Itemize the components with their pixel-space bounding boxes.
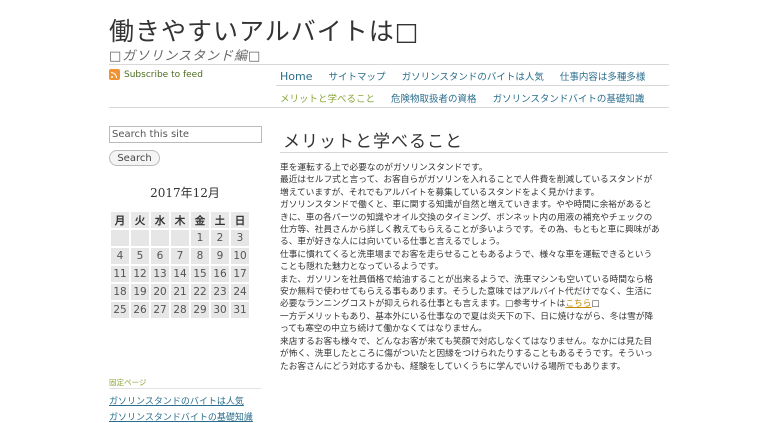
calendar-day: 4 bbox=[111, 248, 129, 264]
weekday-header: 土 bbox=[211, 212, 229, 228]
calendar-caption: 2017年12月 bbox=[150, 186, 220, 200]
post-body: 車を運転する上で必要なのがガソリンスタンドです。 最近はセルフ式と言って、お客自… bbox=[280, 162, 660, 373]
calendar-day: 9 bbox=[211, 248, 229, 264]
nav-gas-station-popular[interactable]: ガソリンスタンドのバイトは人気 bbox=[402, 72, 544, 83]
nav-home[interactable]: Home bbox=[280, 70, 312, 83]
weekday-header: 火 bbox=[131, 212, 149, 228]
fixed-pages-divider bbox=[109, 388, 261, 389]
post-paragraph: 車を運転する上で必要なのがガソリンスタンドです。 bbox=[280, 163, 488, 173]
site-description: □ガソリンスタンド編□ bbox=[109, 49, 262, 64]
fixed-page-link-popular[interactable]: ガソリンスタンドのバイトは人気 bbox=[109, 394, 244, 407]
search-input[interactable] bbox=[109, 126, 262, 143]
calendar-day: 26 bbox=[131, 302, 149, 318]
post-paragraph-text: □ bbox=[591, 299, 600, 310]
post-title-divider bbox=[280, 152, 668, 153]
header-divider bbox=[109, 64, 669, 65]
calendar-day: 23 bbox=[211, 284, 229, 300]
nav-hazardous-license[interactable]: 危険物取扱者の資格 bbox=[391, 94, 477, 105]
calendar-day-empty bbox=[131, 230, 149, 246]
calendar-day: 18 bbox=[111, 284, 129, 300]
calendar-day-empty bbox=[151, 230, 169, 246]
calendar-day: 8 bbox=[191, 248, 209, 264]
calendar-day: 30 bbox=[211, 302, 229, 318]
post-paragraph: ガソリンスタンドで働くと、車に関する知識が自然と増えていきます。やや時間に余裕が… bbox=[280, 200, 660, 248]
calendar-day: 14 bbox=[171, 266, 189, 282]
calendar-week: 11 12 13 14 15 16 17 bbox=[111, 266, 249, 282]
calendar-day: 15 bbox=[191, 266, 209, 282]
nav-merits[interactable]: メリットと学べること bbox=[280, 94, 375, 105]
calendar-week: 18 19 20 21 22 23 24 bbox=[111, 284, 249, 300]
calendar-day: 7 bbox=[171, 248, 189, 264]
weekday-header: 日 bbox=[231, 212, 249, 228]
calendar-day: 28 bbox=[171, 302, 189, 318]
main-nav-row-1: Home サイトマップ ガソリンスタンドのバイトは人気 仕事内容は多種多様 bbox=[280, 69, 658, 83]
weekday-header: 月 bbox=[111, 212, 129, 228]
post-paragraph: 最近はセルフ式と言って、お客自らがガソリンを入れることで人件費を削減しているスタ… bbox=[280, 175, 653, 198]
weekday-header: 水 bbox=[151, 212, 169, 228]
nav-sitemap[interactable]: サイトマップ bbox=[329, 72, 386, 83]
subscribe-feed-label[interactable]: Subscribe to feed bbox=[124, 70, 203, 80]
fixed-pages-heading: 固定ページ bbox=[109, 378, 147, 387]
calendar-day: 5 bbox=[131, 248, 149, 264]
calendar-day: 27 bbox=[151, 302, 169, 318]
nav-bottom-divider bbox=[109, 107, 669, 108]
post-paragraph: 来店するお客も様々で、どんなお客が来ても笑顔で対応しなくてはなりません。なかには… bbox=[280, 336, 653, 372]
reference-site-link[interactable]: こちら bbox=[565, 299, 591, 309]
calendar-day: 17 bbox=[231, 266, 249, 282]
site-title[interactable]: 働きやすいアルバイトは□ bbox=[109, 12, 419, 48]
calendar-day: 25 bbox=[111, 302, 129, 318]
post-paragraph: 一方デメリットもあり、基本外にいる仕事なので夏は炎天下の下、日に焼けながら、冬は… bbox=[280, 311, 654, 335]
calendar-day: 29 bbox=[191, 302, 209, 318]
fixed-page-link-basics[interactable]: ガソリンスタンドバイトの基礎知識 bbox=[109, 410, 253, 423]
post-title: メリットと学べること bbox=[283, 132, 463, 152]
calendar-week: 25 26 27 28 29 30 31 bbox=[111, 302, 249, 318]
calendar-day: 22 bbox=[191, 284, 209, 300]
calendar-week: 1 2 3 bbox=[111, 230, 249, 246]
calendar-day: 10 bbox=[231, 248, 249, 264]
calendar-week: 4 5 6 7 8 9 10 bbox=[111, 248, 249, 264]
post-paragraph: また、ガソリンを社員価格で給油することが出来るようで、洗車マシンも空いている時間… bbox=[280, 274, 660, 311]
calendar-day-empty bbox=[111, 230, 129, 246]
calendar-day: 13 bbox=[151, 266, 169, 282]
nav-divider bbox=[276, 85, 669, 86]
weekday-header: 木 bbox=[171, 212, 189, 228]
rss-icon bbox=[109, 69, 120, 80]
calendar-day: 12 bbox=[131, 266, 149, 282]
calendar-day: 19 bbox=[131, 284, 149, 300]
calendar-day: 2 bbox=[211, 230, 229, 246]
weekday-header: 金 bbox=[191, 212, 209, 228]
calendar-day: 20 bbox=[151, 284, 169, 300]
subscribe-feed-link[interactable]: Subscribe to feed bbox=[109, 69, 203, 80]
calendar-day: 3 bbox=[231, 230, 249, 246]
calendar-day: 1 bbox=[191, 230, 209, 246]
calendar-day: 24 bbox=[231, 284, 249, 300]
nav-basics[interactable]: ガソリンスタンドバイトの基礎知識 bbox=[493, 94, 645, 105]
main-nav-row-2: メリットと学べること 危険物取扱者の資格 ガソリンスタンドバイトの基礎知識 bbox=[280, 91, 657, 105]
calendar-table: 月 火 水 木 金 土 日 1 2 3 4 5 6 7 8 9 10 11 12… bbox=[109, 210, 251, 320]
calendar-day: 6 bbox=[151, 248, 169, 264]
post-paragraph: 仕事に慣れてくると洗車場までお客を走らせることもあるようで、様々な車を運転できる… bbox=[280, 249, 653, 273]
calendar-day: 21 bbox=[171, 284, 189, 300]
calendar-day-empty bbox=[171, 230, 189, 246]
calendar-day: 11 bbox=[111, 266, 129, 282]
calendar-day: 31 bbox=[231, 302, 249, 318]
nav-job-content[interactable]: 仕事内容は多種多様 bbox=[560, 72, 646, 83]
calendar-day: 16 bbox=[211, 266, 229, 282]
search-button[interactable]: Search bbox=[109, 150, 160, 166]
